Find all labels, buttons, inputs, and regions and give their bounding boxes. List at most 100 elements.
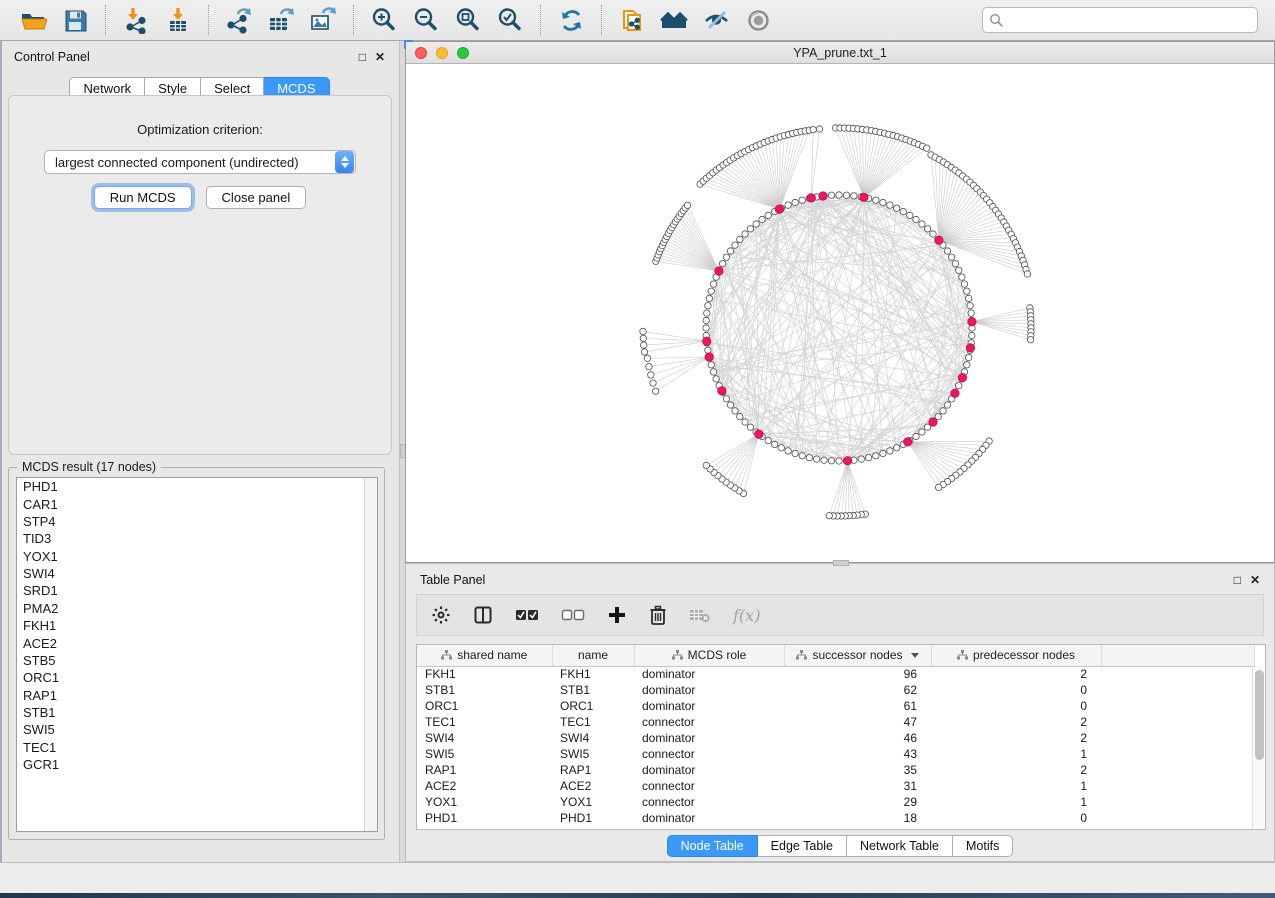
mcds-result-item[interactable]: STP4 (17, 513, 377, 530)
network-graph-canvas[interactable] (406, 64, 1274, 562)
table-row[interactable]: YOX1YOX1connector291 (417, 794, 1254, 810)
tab-motifs[interactable]: Motifs (953, 835, 1013, 857)
mcds-result-item[interactable]: STB5 (17, 652, 377, 669)
toolbar-separator (540, 5, 541, 35)
column-header-empty[interactable] (1101, 645, 1254, 666)
delete-icon[interactable] (649, 602, 667, 628)
mcds-result-item[interactable]: TID3 (17, 530, 377, 547)
table-panel-title: Table Panel (420, 573, 1225, 587)
table-row[interactable]: STB1STB1dominator620 (417, 682, 1254, 698)
function-builder-icon: f(x) (733, 602, 760, 628)
mcds-result-item[interactable]: SRD1 (17, 582, 377, 599)
search-field[interactable] (982, 7, 1258, 33)
mcds-result-item[interactable]: ORC1 (17, 669, 377, 686)
status-bar: Memory (0, 862, 1275, 893)
table-row[interactable]: FKH1FKH1dominator962 (417, 666, 1254, 682)
toolbar-separator (601, 5, 602, 35)
float-table-panel-icon[interactable]: □ (1234, 574, 1241, 586)
close-table-panel-icon[interactable]: ✕ (1250, 574, 1260, 586)
node-table-header-row[interactable]: shared namenameMCDS rolesuccessor nodesp… (417, 645, 1254, 666)
zoom-in-icon[interactable] (367, 3, 401, 37)
active-view-corner-marker (404, 40, 413, 49)
window-left-edge (0, 41, 2, 893)
result-list-scrollbar[interactable] (364, 478, 377, 831)
table-row[interactable]: PHD1PHD1dominator180 (417, 810, 1254, 826)
network-titlebar[interactable]: YPA_prune.txt_1 (406, 42, 1274, 64)
node-table-body: FKH1FKH1dominator962STB1STB1dominator620… (417, 666, 1254, 826)
import-table-icon[interactable] (161, 3, 195, 37)
table-row[interactable]: ORC1ORC1dominator610 (417, 698, 1254, 714)
zoom-fit-icon[interactable] (451, 3, 485, 37)
mcds-result-item[interactable]: SWI4 (17, 565, 377, 582)
show-all-icon[interactable] (741, 3, 775, 37)
export-network-icon[interactable] (222, 3, 256, 37)
mcds-result-item[interactable]: TEC1 (17, 739, 377, 756)
mcds-result-item[interactable]: GCR1 (17, 756, 377, 773)
document-share-icon[interactable] (615, 3, 649, 37)
export-image-icon[interactable] (306, 3, 340, 37)
import-network-icon[interactable] (119, 3, 153, 37)
run-mcds-button[interactable]: Run MCDS (94, 186, 192, 209)
save-icon[interactable] (58, 3, 92, 37)
close-window-icon[interactable] (415, 47, 427, 59)
select-stepper-icon (335, 151, 354, 173)
mcds-result-item[interactable]: STB1 (17, 704, 377, 721)
float-panel-icon[interactable]: □ (359, 51, 366, 63)
mcds-result-groupbox: MCDS result (17 nodes) PHD1CAR1STP4TID3Y… (8, 467, 385, 840)
mcds-result-item[interactable]: ACE2 (17, 634, 377, 651)
table-row[interactable]: RAP1RAP1dominator352 (417, 762, 1254, 778)
add-column-icon[interactable] (607, 602, 627, 628)
mcds-result-item[interactable]: PMA2 (17, 600, 377, 617)
mcds-result-list[interactable]: PHD1CAR1STP4TID3YOX1SWI4SRD1PMA2FKH1ACE2… (16, 477, 378, 832)
column-header-successor-nodes[interactable]: successor nodes (784, 645, 931, 666)
mcds-result-item[interactable]: FKH1 (17, 617, 377, 634)
close-panel-button[interactable]: Close panel (206, 186, 307, 209)
node-table[interactable]: shared namenameMCDS rolesuccessor nodesp… (416, 644, 1266, 830)
neighbors-houses-icon[interactable] (657, 3, 691, 37)
mcds-result-item[interactable]: RAP1 (17, 687, 377, 704)
minimize-window-icon[interactable] (436, 47, 448, 59)
network-graph[interactable] (406, 64, 1274, 562)
close-panel-icon[interactable]: ✕ (375, 51, 385, 63)
mcds-result-item[interactable]: YOX1 (17, 548, 377, 565)
control-panel: Control Panel □ ✕ NetworkStyleSelectMCDS… (0, 41, 400, 862)
sort-desc-icon (911, 653, 919, 658)
column-split-icon[interactable] (473, 602, 493, 628)
desktop-wallpaper-strip (0, 893, 1275, 898)
column-header-shared-name[interactable]: shared name (417, 645, 552, 666)
zoom-out-icon[interactable] (409, 3, 443, 37)
table-scrollbar-thumb[interactable] (1255, 670, 1264, 760)
settings-gear-icon[interactable] (431, 602, 451, 628)
application-window: Control Panel □ ✕ NetworkStyleSelectMCDS… (0, 0, 1275, 898)
column-header-MCDS-role[interactable]: MCDS role (634, 645, 784, 666)
unselect-all-checkboxes-icon[interactable] (561, 602, 585, 628)
select-all-checkboxes-icon[interactable] (515, 602, 539, 628)
table-row[interactable]: SWI4SWI4dominator462 (417, 730, 1254, 746)
export-table-icon[interactable] (264, 3, 298, 37)
column-header-predecessor-nodes[interactable]: predecessor nodes (931, 645, 1101, 666)
table-row[interactable]: ACE2ACE2connector311 (417, 778, 1254, 794)
control-panel-title: Control Panel (14, 50, 350, 64)
zoom-selected-icon[interactable] (493, 3, 527, 37)
table-scrollbar[interactable] (1252, 667, 1265, 830)
delete-table-icon (689, 602, 711, 628)
search-input[interactable] (1008, 13, 1251, 27)
hide-selected-icon[interactable] (699, 3, 733, 37)
mcds-result-item[interactable]: PHD1 (17, 478, 377, 495)
table-row[interactable]: TEC1TEC1connector472 (417, 714, 1254, 730)
column-header-name[interactable]: name (552, 645, 634, 666)
mcds-result-item[interactable]: SWI5 (17, 721, 377, 738)
refresh-icon[interactable] (554, 3, 588, 37)
maximize-window-icon[interactable] (457, 47, 469, 59)
tab-network-table[interactable]: Network Table (847, 835, 953, 857)
tab-node-table[interactable]: Node Table (667, 835, 758, 857)
open-icon[interactable] (16, 3, 50, 37)
optimization-criterion-label: Optimization criterion: (9, 122, 391, 137)
mcds-result-item[interactable]: CAR1 (17, 495, 377, 512)
table-row[interactable]: SWI5SWI5connector431 (417, 746, 1254, 762)
optimization-criterion-select[interactable]: largest connected component (undirected) (44, 150, 356, 174)
toolbar-separator (208, 5, 209, 35)
horizontal-splitter-grip[interactable] (833, 560, 849, 566)
network-view-frame: YPA_prune.txt_1 (405, 41, 1275, 563)
tab-edge-table[interactable]: Edge Table (758, 835, 847, 857)
